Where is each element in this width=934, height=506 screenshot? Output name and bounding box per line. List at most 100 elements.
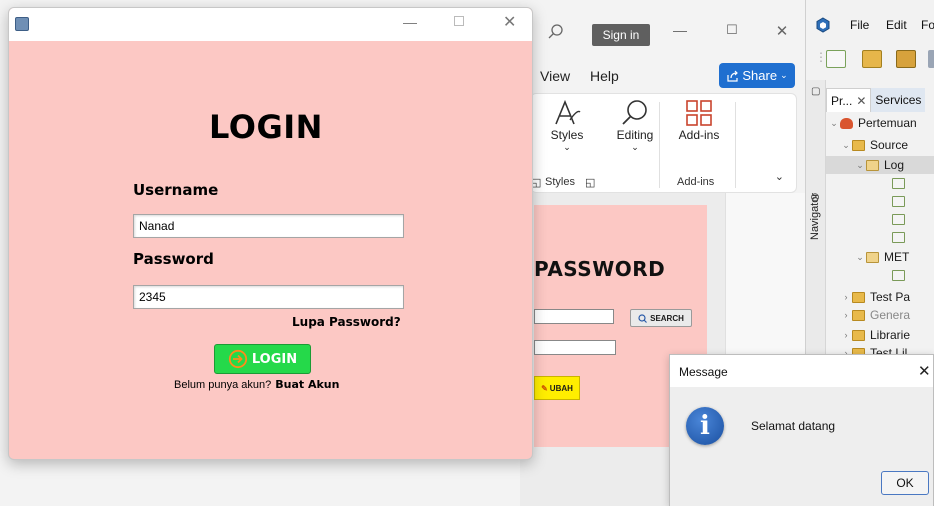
login-maximize-button[interactable] xyxy=(454,16,464,26)
java-file-icon xyxy=(892,177,905,189)
chevron-right-icon[interactable]: › xyxy=(840,310,852,320)
java-file-icon xyxy=(892,195,905,207)
library-icon xyxy=(852,329,865,341)
login-button-label: LOGIN xyxy=(251,351,298,367)
share-label: Share xyxy=(742,68,778,83)
tree-item[interactable]: › Test Pa xyxy=(826,288,934,306)
styles-dialog-launcher-icon[interactable]: ◱ xyxy=(585,176,595,189)
new-project-icon[interactable] xyxy=(862,50,882,68)
close-icon[interactable]: ✕ xyxy=(856,94,866,108)
java-file-icon xyxy=(892,269,905,281)
new-file-icon[interactable] xyxy=(826,50,846,68)
group-label-addins: Add-ins xyxy=(677,176,715,188)
folder-icon xyxy=(852,139,865,151)
menu-view[interactable]: View xyxy=(540,68,570,84)
username-field[interactable]: Nanad xyxy=(133,214,404,238)
tree-item[interactable] xyxy=(826,228,934,246)
package-icon xyxy=(866,251,879,263)
login-button[interactable]: LOGIN xyxy=(214,344,311,374)
ide-menu-edit[interactable]: Edit xyxy=(886,18,907,32)
tree-item[interactable] xyxy=(826,192,934,210)
doc-ubah-label: UBAH xyxy=(549,383,573,393)
tree-item[interactable]: ⌄ Source xyxy=(826,136,934,154)
tab-services[interactable]: Services xyxy=(871,88,926,112)
register-prompt: Belum punya akun? Buat Akun xyxy=(174,378,339,391)
dialog-message: Selamat datang xyxy=(751,419,836,433)
ide-menu-format[interactable]: Fo xyxy=(921,18,934,32)
collapse-ribbon-icon[interactable]: ⌄ xyxy=(775,170,784,183)
menu-help[interactable]: Help xyxy=(590,68,619,84)
tree-item-label: MET xyxy=(884,250,910,264)
tree-item-selected[interactable]: ⌄ Log xyxy=(826,156,934,174)
netbeans-logo-icon xyxy=(816,17,830,33)
ide-tabs: Pr... ✕ Services xyxy=(826,88,934,112)
dialog-close-button[interactable]: ✕ xyxy=(918,362,931,380)
password-field[interactable]: 2345 xyxy=(133,285,404,309)
login-heading: LOGIN xyxy=(209,108,323,146)
chevron-down-icon[interactable]: ⌄ xyxy=(854,160,866,171)
login-minimize-button[interactable]: — xyxy=(403,14,417,30)
doc-search-button[interactable]: SEARCH xyxy=(630,309,692,327)
dialog-titlebar: Message ✕ xyxy=(670,355,933,387)
chevron-down-icon: ⌄ xyxy=(780,70,788,80)
addins-button[interactable]: Add-ins xyxy=(671,98,727,142)
message-dialog: Message ✕ i Selamat datang OK xyxy=(669,354,934,506)
save-icon[interactable] xyxy=(928,50,934,68)
chevron-down-icon: ⌄ xyxy=(631,142,639,152)
tree-item[interactable] xyxy=(826,174,934,192)
login-close-button[interactable]: ✕ xyxy=(503,12,516,32)
chevron-right-icon[interactable]: › xyxy=(840,330,852,340)
doc-input-1[interactable] xyxy=(534,309,614,324)
restore-window-icon[interactable]: ▢ xyxy=(811,86,820,97)
ok-button[interactable]: OK xyxy=(881,471,929,495)
java-app-icon xyxy=(15,17,29,31)
tree-item[interactable]: ⌄ Pertemuan xyxy=(826,114,934,132)
java-file-icon xyxy=(892,213,905,225)
tree-item[interactable] xyxy=(826,266,934,284)
tree-item[interactable]: › Genera xyxy=(826,306,934,324)
group-label-styles: Styles xyxy=(545,176,575,188)
doc-input-2[interactable] xyxy=(534,340,616,355)
folder-icon xyxy=(852,309,865,321)
chevron-down-icon: ⌄ xyxy=(563,142,571,152)
doc-search-label: SEARCH xyxy=(650,313,684,323)
chevron-down-icon[interactable]: ⌄ xyxy=(828,118,840,129)
tab-projects-label: Pr... xyxy=(831,93,853,108)
login-titlebar: — ✕ xyxy=(9,8,532,41)
tree-item[interactable] xyxy=(826,210,934,228)
addins-icon xyxy=(686,100,712,126)
edit-icon: ✎ xyxy=(541,383,548,393)
info-icon: i xyxy=(686,407,724,445)
word-close-button[interactable]: ✕ xyxy=(772,22,792,42)
chevron-right-icon[interactable]: › xyxy=(840,292,852,302)
tab-projects[interactable]: Pr... ✕ xyxy=(826,88,872,112)
tab-services-label: Services xyxy=(875,93,922,107)
create-account-link[interactable]: Buat Akun xyxy=(275,378,339,391)
search-icon[interactable] xyxy=(548,24,564,40)
word-maximize-button[interactable]: ☐ xyxy=(722,22,742,42)
addins-label: Add-ins xyxy=(678,128,720,142)
share-button[interactable]: Share ⌄ xyxy=(719,63,795,88)
styles-button[interactable]: Styles ⌄ xyxy=(547,98,587,153)
tree-item-label: Log xyxy=(884,158,905,172)
dialog-body: i Selamat datang OK xyxy=(670,387,933,506)
tree-item[interactable]: ⌄ MET xyxy=(826,248,934,266)
package-icon xyxy=(866,159,879,171)
forgot-password-link[interactable]: Lupa Password? xyxy=(292,315,401,329)
word-minimize-button[interactable]: — xyxy=(670,22,690,42)
chevron-down-icon[interactable]: ⌄ xyxy=(840,140,852,151)
sign-in-button[interactable]: Sign in xyxy=(592,24,650,46)
ribbon: Styles ⌄ Editing ⌄ Add-ins ◱ Styles ◱ Ad… xyxy=(530,93,797,193)
doc-ubah-button[interactable]: ✎ UBAH xyxy=(534,376,580,400)
chevron-down-icon[interactable]: ⌄ xyxy=(854,252,866,263)
compass-icon: ⊘ xyxy=(810,190,821,204)
word-titlebar: Sign in — ☐ ✕ xyxy=(520,0,805,60)
java-file-icon xyxy=(892,231,905,243)
tree-item[interactable]: › Librarie xyxy=(826,326,934,344)
editing-button[interactable]: Editing ⌄ xyxy=(613,98,657,153)
no-account-text: Belum punya akun? xyxy=(174,379,272,391)
folder-icon xyxy=(852,291,865,303)
open-project-icon[interactable] xyxy=(896,50,916,68)
ide-menu-file[interactable]: File xyxy=(850,18,869,32)
styles-label: Styles xyxy=(550,128,584,142)
